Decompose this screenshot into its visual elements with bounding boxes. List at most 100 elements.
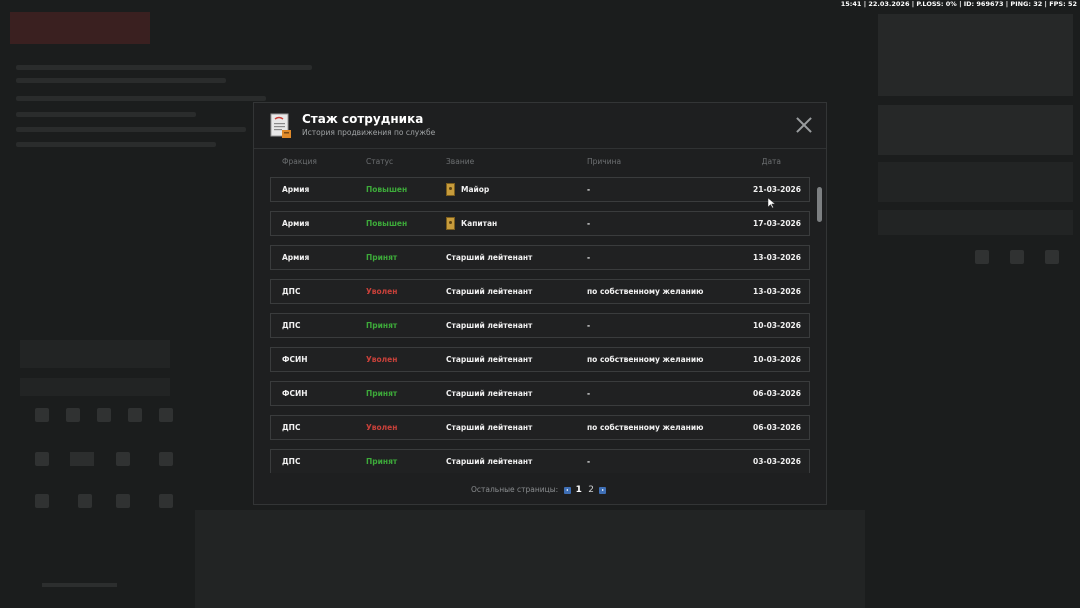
history-table-body[interactable]: Армия Повышен Майор - 21-03-2026 Армия Повышен… [270, 177, 811, 473]
modal-subtitle: История продвижения по службе [302, 128, 436, 137]
background-icon [35, 452, 49, 466]
background-icon [35, 408, 49, 422]
rank-cell: Старший лейтенант [446, 246, 532, 269]
status-cell: Принят [366, 253, 398, 262]
background-icon [128, 408, 142, 422]
column-header-faction: Фракция [282, 157, 317, 166]
rank-wrap: Старший лейтенант [446, 246, 532, 269]
table-row[interactable]: ФСИН Принят Старший лейтенант - 06-03-2026 [270, 381, 810, 406]
background-icon [159, 494, 173, 508]
table-row[interactable]: ДПС Принят Старший лейтенант - 03-03-2026 [270, 449, 810, 473]
rank-text: Старший лейтенант [446, 253, 533, 262]
rank-text: Старший лейтенант [446, 287, 533, 296]
rank-wrap: Старший лейтенант [446, 280, 532, 303]
reason-cell: - [587, 219, 591, 228]
background-logo [10, 12, 150, 44]
background-panel [20, 340, 170, 368]
date-cell: 03-03-2026 [753, 457, 801, 466]
faction-cell: Армия [282, 185, 310, 194]
date-cell: 17-03-2026 [753, 219, 801, 228]
status-cell: Уволен [366, 287, 398, 296]
rank-text: Капитан [461, 219, 498, 228]
background-icon [116, 452, 130, 466]
background-panel [20, 378, 170, 396]
table-row[interactable]: ДПС Уволен Старший лейтенант по собственном… [270, 279, 810, 304]
rank-insignia-icon [446, 183, 455, 196]
date-cell: 13-03-2026 [753, 287, 801, 296]
table-header: Фракция Статус Звание Причина Дата [271, 157, 811, 169]
faction-cell: ФСИН [282, 355, 308, 364]
scrollbar[interactable] [816, 177, 822, 473]
date-cell: 21-03-2026 [753, 185, 801, 194]
pagination: Остальные страницы: 1 2 [254, 485, 826, 497]
reason-cell: - [587, 389, 591, 398]
status-cell: Принят [366, 389, 398, 398]
background-icon [1045, 250, 1059, 264]
rank-wrap: Старший лейтенант [446, 416, 532, 439]
background-hud-panel [878, 105, 1073, 155]
table-row[interactable]: Армия Принят Старший лейтенант - 13-03-2026 [270, 245, 810, 270]
date-cell: 06-03-2026 [753, 389, 801, 398]
rank-cell: Старший лейтенант [446, 382, 532, 405]
faction-cell: ФСИН [282, 389, 308, 398]
background-icon [1010, 250, 1024, 264]
rank-text: Старший лейтенант [446, 355, 533, 364]
page-link-2[interactable]: 2 [588, 485, 594, 495]
faction-cell: ДПС [282, 457, 301, 466]
pagination-label: Остальные страницы: [471, 485, 559, 494]
background-chat-line [16, 142, 216, 147]
rank-wrap: Старший лейтенант [446, 450, 532, 473]
column-header-reason: Причина [587, 157, 622, 166]
scrollbar-thumb[interactable] [817, 187, 822, 222]
status-cell: Повышен [366, 185, 408, 194]
rank-cell: Майор [446, 178, 489, 201]
rank-text: Старший лейтенант [446, 457, 533, 466]
chevron-left-icon[interactable] [563, 486, 571, 494]
background-icon [159, 452, 173, 466]
status-cell: Принят [366, 321, 398, 330]
rank-cell: Старший лейтенант [446, 348, 532, 371]
rank-cell: Старший лейтенант [446, 280, 532, 303]
employee-history-modal: Стаж сотрудника История продвижения по с… [253, 102, 827, 505]
close-icon[interactable] [796, 117, 812, 133]
rank-cell: Старший лейтенант [446, 416, 532, 439]
background-scene [195, 510, 865, 608]
status-cell: Повышен [366, 219, 408, 228]
column-header-date: Дата [761, 157, 781, 166]
status-cell: Уволен [366, 355, 398, 364]
background-icon [116, 494, 130, 508]
background-hud-panel [878, 162, 1073, 202]
faction-cell: ДПС [282, 287, 301, 296]
background-icon [159, 408, 173, 422]
reason-cell: по собственному желанию [587, 287, 704, 296]
background-chat-line [16, 78, 226, 83]
background-chat-line [16, 65, 312, 70]
table-row[interactable]: Армия Повышен Капитан - 17-03-2026 [270, 211, 810, 236]
rank-text: Старший лейтенант [446, 321, 533, 330]
reason-cell: - [587, 185, 591, 194]
date-cell: 10-03-2026 [753, 355, 801, 364]
table-row[interactable]: Армия Повышен Майор - 21-03-2026 [270, 177, 810, 202]
background-icon [70, 452, 94, 466]
reason-cell: - [587, 253, 591, 262]
table-row[interactable]: ФСИН Уволен Старший лейтенант по собственно… [270, 347, 810, 372]
faction-cell: ДПС [282, 321, 301, 330]
background-bar [42, 583, 117, 587]
reason-cell: - [587, 457, 591, 466]
date-cell: 06-03-2026 [753, 423, 801, 432]
document-icon [270, 113, 291, 138]
background-chat-line [16, 127, 246, 132]
table-row[interactable]: ДПС Принят Старший лейтенант - 10-03-2026 [270, 313, 810, 338]
page-link-1[interactable]: 1 [576, 485, 582, 495]
rank-insignia-icon [446, 217, 455, 230]
background-hud-panel [878, 14, 1073, 96]
chevron-right-icon[interactable] [599, 486, 606, 494]
background-icon [35, 494, 49, 508]
table-row[interactable]: ДПС Уволен Старший лейтенант по собственном… [270, 415, 810, 440]
rank-cell: Старший лейтенант [446, 314, 532, 337]
background-chat-line [16, 112, 196, 117]
status-cell: Уволен [366, 423, 398, 432]
rank-text: Старший лейтенант [446, 423, 533, 432]
background-icon [78, 494, 92, 508]
mouse-cursor-icon [768, 198, 776, 208]
